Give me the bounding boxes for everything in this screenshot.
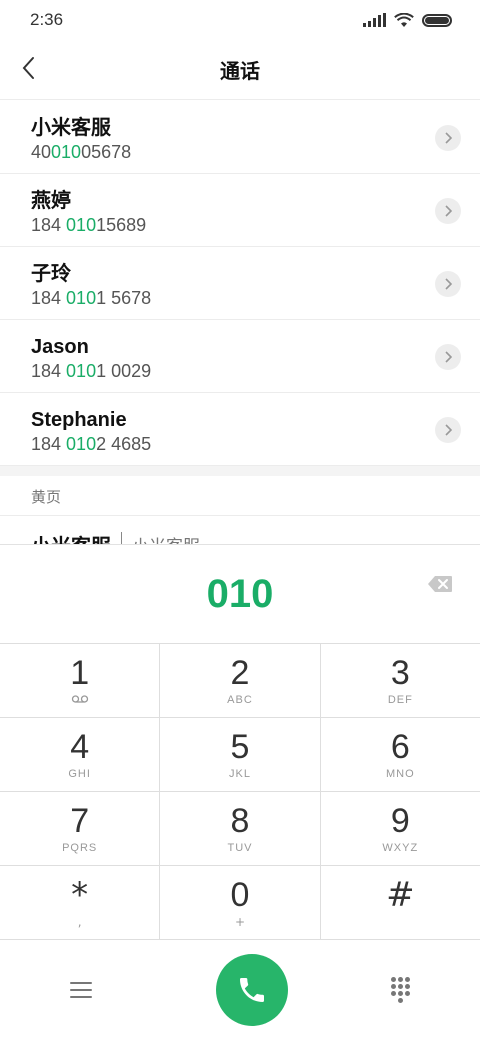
chevron-left-icon: [22, 57, 34, 79]
dialpad-icon[interactable]: [391, 976, 410, 1003]
bottom-bar: [0, 938, 480, 1040]
contact-number: 184 0102 4685: [31, 434, 152, 454]
contact-number: 4001005678: [31, 142, 132, 162]
status-time: 2:36: [30, 10, 64, 29]
call-button[interactable]: [215, 953, 288, 1026]
contact-number: 184 0101 0029: [31, 361, 152, 381]
key-8[interactable]: 8 TUV: [160, 792, 321, 865]
chevron-right-icon: [445, 351, 452, 363]
contact-name: 小米客服: [31, 117, 111, 139]
dialed-number-display: 010: [0, 545, 480, 643]
dialed-number: 010: [206, 571, 274, 616]
chevron-right-icon: [445, 205, 452, 217]
battery-icon: [422, 13, 452, 27]
yellow-pages-header: 黄页: [0, 476, 480, 516]
contact-row[interactable]: Jason 184 0101 0029: [0, 320, 480, 393]
match-highlight: 010: [66, 361, 97, 381]
contact-number: 184 01015689: [31, 215, 147, 235]
dial-panel: 010 1 2 ABC 3 DEF 4 GHI 5 JKL 6 MNO 7 PQ…: [0, 544, 480, 1040]
keypad-row: 4 GHI 5 JKL 6 MNO: [0, 718, 480, 792]
contact-detail-button[interactable]: [435, 344, 461, 370]
contact-detail-button[interactable]: [435, 417, 461, 443]
chevron-right-icon: [445, 132, 452, 144]
key-2[interactable]: 2 ABC: [160, 644, 321, 717]
search-results: 小米客服 4001005678 燕婷 184 01015689 子玲 184 0…: [0, 101, 480, 466]
contact-name: 燕婷: [31, 190, 71, 212]
contact-name: Stephanie: [31, 409, 127, 431]
chevron-right-icon: [445, 424, 452, 436]
keypad-row: 7 PQRS 8 TUV 9 WXYZ: [0, 792, 480, 866]
menu-icon[interactable]: [70, 980, 92, 1000]
backspace-icon: [428, 576, 452, 592]
key-4[interactable]: 4 GHI: [0, 718, 161, 791]
signal-icon: [363, 13, 386, 27]
header: 通话: [0, 40, 480, 100]
back-button[interactable]: [14, 52, 42, 84]
match-highlight: 010: [66, 288, 97, 308]
contact-row[interactable]: 小米客服 4001005678: [0, 101, 480, 174]
keypad: 1 2 ABC 3 DEF 4 GHI 5 JKL 6 MNO 7 PQRS 8…: [0, 643, 480, 940]
key-3[interactable]: 3 DEF: [321, 644, 480, 717]
key-9[interactable]: 9 WXYZ: [321, 792, 480, 865]
voicemail-icon: [71, 694, 89, 708]
contact-name: 子玲: [31, 263, 71, 285]
yellow-pages-item[interactable]: 小米客服 小米客服: [0, 517, 480, 547]
match-highlight: 010: [66, 434, 97, 454]
match-highlight: 010: [66, 215, 97, 235]
contact-name: Jason: [31, 336, 89, 358]
contact-row[interactable]: 燕婷 184 01015689: [0, 174, 480, 247]
status-icons: [363, 12, 452, 28]
key-6[interactable]: 6 MNO: [321, 718, 480, 791]
key-1[interactable]: 1: [0, 644, 161, 717]
keypad-row: 1 2 ABC 3 DEF: [0, 644, 480, 718]
backspace-button[interactable]: [427, 575, 453, 593]
key-hash[interactable]: #: [321, 866, 480, 939]
wifi-icon: [394, 12, 414, 27]
contact-row[interactable]: Stephanie 184 0102 4685: [0, 393, 480, 466]
key-7[interactable]: 7 PQRS: [0, 792, 161, 865]
key-0[interactable]: 0 +: [160, 866, 321, 939]
chevron-right-icon: [445, 278, 452, 290]
phone-icon: [239, 977, 264, 1002]
status-bar: 2:36: [0, 0, 480, 40]
contact-row[interactable]: 子玲 184 0101 5678: [0, 247, 480, 320]
match-highlight: 010: [51, 142, 82, 162]
key-star[interactable]: * ,: [0, 866, 161, 939]
contact-detail-button[interactable]: [435, 271, 461, 297]
page-title: 通话: [220, 59, 260, 83]
section-divider: [0, 466, 480, 476]
contact-detail-button[interactable]: [435, 198, 461, 224]
keypad-row: * , 0 + #: [0, 866, 480, 940]
contact-detail-button[interactable]: [435, 125, 461, 151]
key-5[interactable]: 5 JKL: [160, 718, 321, 791]
contact-number: 184 0101 5678: [31, 288, 152, 308]
